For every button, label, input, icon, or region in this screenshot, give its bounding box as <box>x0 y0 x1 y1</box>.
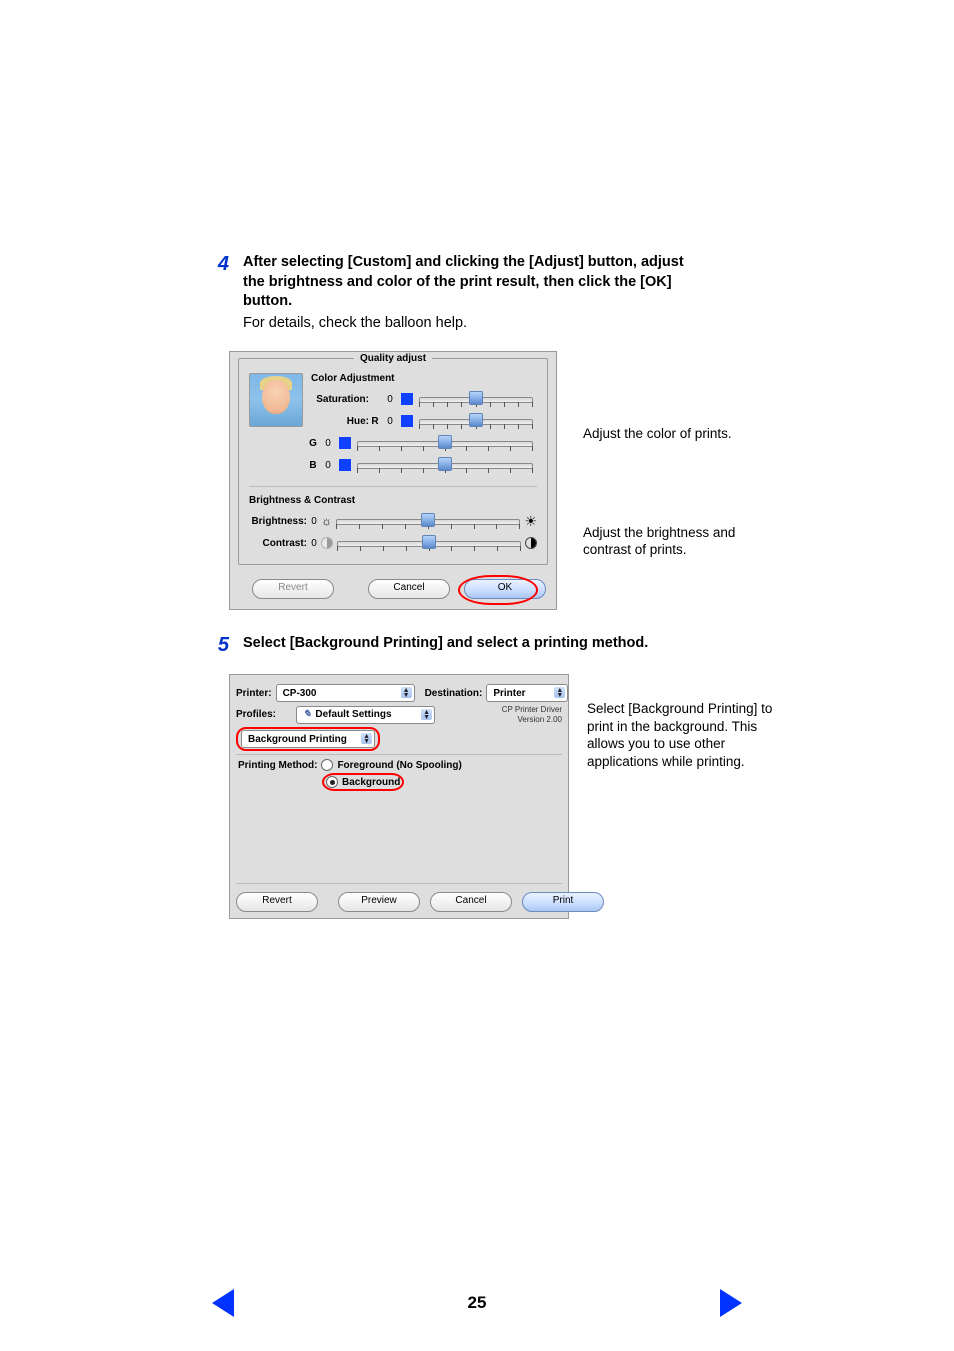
brightness-slider[interactable] <box>336 512 520 530</box>
step-5-title: Select [Background Printing] and select … <box>243 634 814 654</box>
qa-cancel-button[interactable]: Cancel <box>368 579 450 599</box>
callout-color: Adjust the color of prints. <box>583 425 783 443</box>
profiles-label: Profiles: <box>236 709 292 720</box>
brightness-row: Brightness: 0 ☼ ☀ <box>249 512 537 530</box>
prev-page-arrow-icon[interactable] <box>212 1289 234 1317</box>
hue-r-value: 0 <box>381 416 399 427</box>
hue-g-swatch <box>339 437 351 449</box>
driver-name: CP Printer Driver <box>502 705 562 715</box>
page-footer: 25 <box>0 1283 954 1323</box>
hue-r-swatch <box>401 415 413 427</box>
hue-g-value: 0 <box>319 438 337 449</box>
hue-label: Hue: <box>311 416 369 427</box>
hue-r-slider[interactable] <box>419 412 533 430</box>
panel-tab-select[interactable]: Background Printing ▲▼ <box>241 730 375 748</box>
preview-photo <box>249 373 303 427</box>
panel-tab-value: Background Printing <box>248 734 347 745</box>
destination-value: Printer <box>493 688 525 699</box>
destination-label: Destination: <box>425 688 483 699</box>
profiles-select[interactable]: ✎ Default Settings ▲▼ <box>296 706 435 724</box>
step-4-number: 4 <box>197 253 243 275</box>
chevron-updown-icon: ▲▼ <box>556 688 563 698</box>
hue-b-slider[interactable] <box>357 456 533 474</box>
step-5: 5 Select [Background Printing] and selec… <box>197 634 814 656</box>
hue-b-value: 0 <box>319 460 337 471</box>
brightness-value: 0 <box>307 516 321 527</box>
brightness-label: Brightness: <box>249 516 307 527</box>
chevron-updown-icon: ▲▼ <box>423 710 430 720</box>
qa-ok-button[interactable]: OK <box>464 579 546 599</box>
profiles-value: Default Settings <box>315 709 391 720</box>
pd-cancel-button[interactable]: Cancel <box>430 892 512 912</box>
print-dialog-panel: Printer: CP-300 ▲▼ Destination: Printer … <box>229 674 569 919</box>
hue-b-swatch <box>339 459 351 471</box>
pd-preview-button[interactable]: Preview <box>338 892 420 912</box>
chevron-updown-icon: ▲▼ <box>363 734 370 744</box>
hue-b-row: B 0 <box>249 456 537 474</box>
step-5-number: 5 <box>197 634 243 656</box>
saturation-label: Saturation: <box>311 394 369 405</box>
contrast-high-icon <box>525 537 537 549</box>
profile-pen-icon: ✎ <box>303 709 311 720</box>
background-highlight: Background <box>322 773 404 791</box>
contrast-row: Contrast: 0 <box>249 534 537 552</box>
radio-background-label: Background <box>342 777 400 788</box>
next-page-arrow-icon[interactable] <box>720 1289 742 1317</box>
hue-g-slider[interactable] <box>357 434 533 452</box>
contrast-value: 0 <box>307 538 321 549</box>
contrast-label: Contrast: <box>249 538 307 549</box>
printer-select[interactable]: CP-300 ▲▼ <box>276 684 415 702</box>
figure-print-dialog: Printer: CP-300 ▲▼ Destination: Printer … <box>229 674 814 919</box>
radio-background[interactable] <box>326 776 338 788</box>
destination-select[interactable]: Printer ▲▼ <box>486 684 568 702</box>
qa-revert-button[interactable]: Revert <box>252 579 334 599</box>
contrast-low-icon <box>321 537 333 549</box>
printing-method-label: Printing Method: <box>238 760 317 771</box>
saturation-slider[interactable] <box>419 390 533 408</box>
pd-revert-button[interactable]: Revert <box>236 892 318 912</box>
radio-foreground[interactable] <box>321 759 333 771</box>
hue-g-row: G 0 <box>249 434 537 452</box>
chevron-updown-icon: ▲▼ <box>403 688 410 698</box>
callout-brightness-contrast: Adjust the brightness and contrast of pr… <box>583 524 783 559</box>
step-4-title-line3: button. <box>243 292 814 312</box>
step-4-title-line2: the brightness and color of the print re… <box>243 273 814 293</box>
radio-foreground-label: Foreground (No Spooling) <box>337 760 461 771</box>
page-number: 25 <box>468 1293 487 1313</box>
brightness-contrast-heading: Brightness & Contrast <box>249 495 537 506</box>
figure-quality-adjust: Quality adjust Color Adjustment Saturati… <box>229 351 814 610</box>
step-4-subtitle: For details, check the balloon help. <box>243 314 814 334</box>
quality-adjust-panel: Quality adjust Color Adjustment Saturati… <box>229 351 557 610</box>
hue-r-row: Hue: R 0 <box>311 412 537 430</box>
callout-background-printing: Select [Background Printing] to print in… <box>587 700 787 770</box>
saturation-row: Saturation: 0 <box>311 390 537 408</box>
hue-r-sublabel: R <box>369 416 381 427</box>
printer-value: CP-300 <box>283 688 317 699</box>
brightness-low-icon: ☼ <box>321 515 332 527</box>
quality-adjust-groupbox-title: Quality adjust <box>354 353 432 364</box>
saturation-swatch <box>401 393 413 405</box>
step-4: 4 After selecting [Custom] and clicking … <box>197 253 814 333</box>
brightness-high-icon: ☀ <box>524 514 537 528</box>
bg-printing-highlight: Background Printing ▲▼ <box>236 727 380 751</box>
hue-b-sublabel: B <box>307 460 319 471</box>
hue-g-sublabel: G <box>307 438 319 449</box>
printer-label: Printer: <box>236 688 272 699</box>
saturation-value: 0 <box>381 394 399 405</box>
driver-version: Version 2.00 <box>502 715 562 725</box>
step-4-title-line1: After selecting [Custom] and clicking th… <box>243 253 814 273</box>
contrast-slider[interactable] <box>337 534 521 552</box>
